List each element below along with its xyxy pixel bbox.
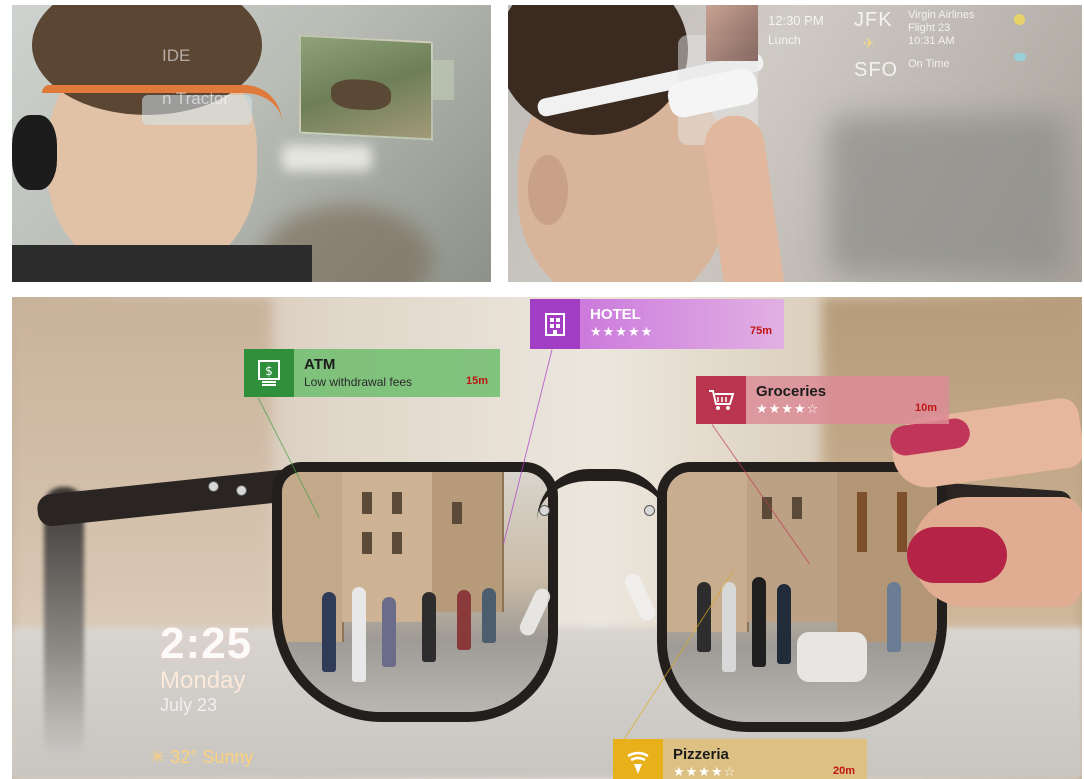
trash-bags (797, 632, 867, 682)
tag-distance: 20m (832, 765, 855, 777)
svg-text:$: $ (265, 364, 273, 378)
hud-origin: JFK (854, 9, 893, 31)
hud-destination: SFO (854, 59, 899, 81)
pizza-wifi-icon (613, 739, 663, 779)
background-blur (828, 115, 1068, 275)
ear (528, 155, 568, 225)
rivet (236, 485, 247, 496)
hud-event: Lunch (768, 33, 801, 47)
street-scene (667, 472, 937, 722)
photo-man-wearing-smart-glasses: IDE n Tractor (12, 5, 491, 282)
hud-image-card-next (432, 60, 454, 100)
rivet (208, 481, 219, 492)
sun-icon (1014, 14, 1025, 25)
flight-hud-overlay: 12:30 PM Lunch JFK ✈ SFO Virgin Airlines… (658, 5, 1082, 100)
star-rating: ★★★★☆ (673, 764, 737, 779)
hud-image-card (299, 34, 433, 141)
rivet (539, 505, 550, 516)
nose-pad-right (622, 570, 658, 624)
headphone-icon (12, 115, 57, 190)
cloud-icon (1014, 53, 1026, 61)
ar-tag-atm: $ ATM Low withdrawal fees 15m (244, 349, 500, 397)
shopping-cart-icon (696, 376, 746, 424)
hud-clock: 2:25 (160, 619, 253, 668)
hud-text-line2: n Tractor (162, 89, 230, 108)
hud-depart-time: 10:31 AM (908, 35, 955, 47)
hud-date: July 23 (160, 695, 218, 715)
glasses-lens-right (657, 462, 947, 732)
hud-weather: ✳ 32° Sunny (150, 747, 253, 768)
building-icon (530, 299, 580, 349)
tag-name: ATM (304, 356, 336, 373)
street-scene (282, 472, 548, 712)
tag-subtitle: Low withdrawal fees (304, 375, 413, 389)
hud-flight-status: On Time (908, 58, 950, 70)
tag-name: Pizzeria (673, 746, 729, 763)
rivet (644, 505, 655, 516)
tag-distance: 75m (749, 325, 772, 337)
tag-distance: 10m (914, 402, 937, 414)
ar-tag-hotel-body: HOTEL ★★★★★ 75m (580, 299, 784, 349)
airplane-icon: ✈ (863, 35, 875, 51)
finger (700, 111, 786, 282)
glasses-hinge (44, 487, 84, 757)
finger-nail (907, 527, 1007, 583)
tag-name: Groceries (756, 383, 827, 400)
hud-text-line1: IDE (162, 46, 191, 65)
tag-name: HOTEL (590, 306, 641, 323)
tag-distance: 15m (465, 375, 488, 387)
photo-ar-glasses-street-view: 2:25 Monday July 23 ✳ 32° Sunny $ ATM Lo… (12, 297, 1082, 779)
hud-airline: Virgin Airlines (908, 9, 975, 21)
ar-tag-hotel: HOTEL ★★★★★ 75m (530, 299, 784, 349)
star-rating: ★★★★☆ (756, 401, 820, 416)
hud-flight: Flight 23 (908, 22, 951, 34)
star-rating: ★★★★★ (590, 324, 654, 339)
dollar-atm-icon: $ (244, 349, 294, 397)
background-ceiling-light (282, 145, 372, 171)
hud-overlay-text: IDE n Tractor (162, 45, 229, 109)
hud-time: 12:30 PM (768, 13, 824, 28)
hud-day: Monday (160, 667, 246, 694)
photo-woman-touching-glasses: 12:30 PM Lunch JFK ✈ SFO Virgin Airlines… (508, 5, 1082, 282)
ar-tag-groceries: Groceries ★★★★☆ 10m (696, 376, 949, 424)
hud-weather-text: 32° Sunny (170, 747, 254, 767)
contact-thumbnails (706, 5, 758, 61)
ar-tag-pizzeria-body: Pizzeria ★★★★☆ 20m (663, 739, 867, 779)
sun-icon: ✳ (150, 747, 171, 767)
glasses-lens-left (272, 462, 558, 722)
ar-tag-atm-body: ATM Low withdrawal fees 15m (294, 349, 500, 397)
ar-tag-pizzeria: Pizzeria ★★★★☆ 20m (613, 739, 867, 779)
hud-flight-info: Virgin Airlines Flight 23 10:31 AM (908, 9, 974, 48)
ar-tag-groceries-body: Groceries ★★★★☆ 10m (746, 376, 949, 424)
shirt (12, 245, 312, 282)
